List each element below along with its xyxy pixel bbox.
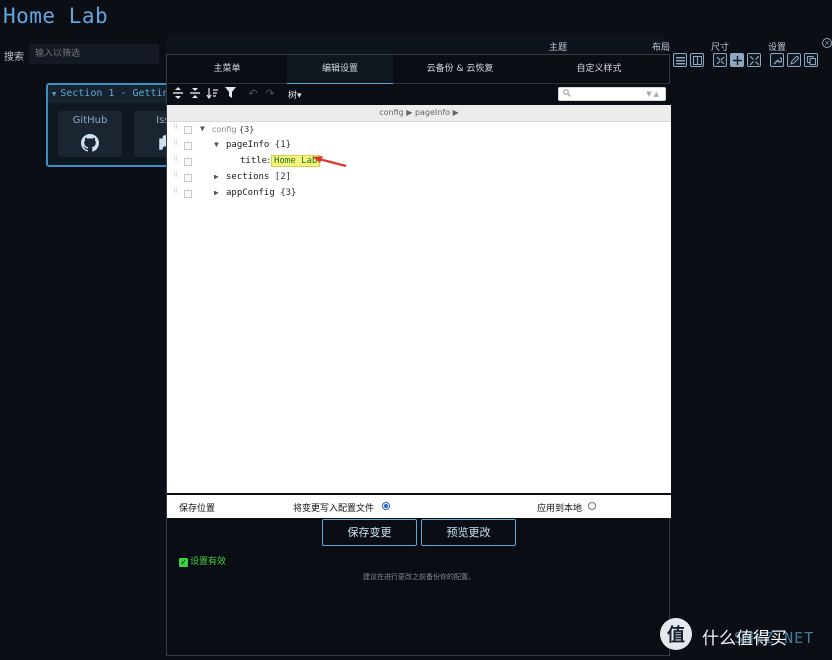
wrench-icon[interactable] (770, 53, 784, 67)
json-editor: ↶ ↷ 树▾ ▼▲ config ▶ pageInfo ▶ ⠿ ▼ config… (167, 84, 671, 493)
breadcrumb[interactable]: config ▶ pageInfo ▶ (167, 105, 671, 122)
tab-cloud-backup[interactable]: 云备份 & 云恢复 (393, 55, 527, 84)
context-menu-button[interactable] (184, 174, 192, 182)
shrink-icon[interactable] (713, 53, 727, 67)
radio-local[interactable] (588, 502, 596, 510)
radio-file[interactable] (382, 502, 390, 510)
search-input[interactable] (29, 44, 159, 64)
tab-custom-style[interactable]: 自定义样式 (527, 55, 671, 84)
redo-icon[interactable]: ↷ (263, 87, 277, 101)
save-location-label: 保存位置 (179, 504, 216, 514)
drag-handle-icon[interactable]: ⠿ (173, 188, 179, 199)
watermark-text: 什么值得买 (702, 629, 787, 649)
tree-key: pageInfo {1} (226, 140, 292, 150)
search-nav-arrows-icon[interactable]: ▼▲ (646, 88, 661, 100)
backup-hint: 建议在进行更改之前备份你的配置。 (363, 573, 475, 581)
watermark-logo-icon: 值 (660, 618, 692, 650)
list-icon[interactable] (673, 53, 687, 67)
tree-row-pageinfo[interactable]: ⠿ ▼ pageInfo {1} (167, 138, 671, 154)
close-icon[interactable]: × (822, 38, 832, 48)
config-valid-status: ✓ 设置有效 (179, 554, 227, 567)
tree-key: title (240, 156, 268, 166)
tree-row-appconfig[interactable]: ⠿ ▶ appConfig {3} (167, 186, 671, 202)
theme-label: 主题 (549, 43, 568, 53)
option-local-label[interactable]: 应用到本地 (537, 501, 582, 514)
collapse-icon[interactable]: ▶ (214, 188, 219, 197)
modal-tabs: 主菜单 编辑设置 云备份 & 云恢复 自定义样式 (167, 55, 671, 85)
tree-key: sections [2] (226, 172, 292, 182)
editor-menu-bar: ↶ ↷ 树▾ ▼▲ (167, 84, 671, 105)
collapse-icon[interactable]: ▶ (214, 172, 219, 181)
tree-key: config {3} (212, 125, 255, 134)
column-icon[interactable] (690, 53, 704, 67)
copy-icon[interactable] (804, 53, 818, 67)
context-menu-button[interactable] (184, 142, 192, 150)
github-icon (81, 134, 99, 152)
expand-all-icon[interactable] (171, 87, 185, 101)
context-menu-button[interactable] (184, 158, 192, 166)
section-card: ▼Section 1 - Getting GitHub Issu (46, 83, 174, 167)
tree-row-config[interactable]: ⠿ ▼ config {3} (167, 122, 671, 138)
item-label: GitHub (72, 115, 108, 126)
search-label: 搜索 (4, 52, 24, 63)
chevron-down-icon: ▾ (297, 91, 302, 101)
tab-edit-config[interactable]: 编辑设置 (287, 55, 393, 85)
drag-handle-icon[interactable]: ⠿ (173, 156, 179, 167)
config-modal: 主菜单 编辑设置 云备份 & 云恢复 自定义样式 ↶ ↷ 树▾ ▼▲ confi… (166, 54, 671, 656)
item-tile-github[interactable]: GitHub (58, 111, 122, 157)
tree-key: appConfig {3} (226, 188, 297, 198)
drag-handle-icon[interactable]: ⠿ (173, 140, 179, 151)
expand-icon[interactable] (747, 53, 761, 67)
drag-handle-icon[interactable]: ⠿ (173, 124, 179, 135)
context-menu-button[interactable] (184, 126, 192, 134)
app-title: Home Lab (3, 4, 109, 28)
undo-icon[interactable]: ↶ (246, 87, 260, 101)
editor-search-box[interactable]: ▼▲ (558, 87, 666, 101)
preview-button[interactable]: 预览更改 (421, 519, 516, 546)
check-icon: ✓ (179, 558, 188, 567)
filter-icon[interactable] (223, 87, 237, 101)
tab-main-menu[interactable]: 主菜单 (167, 55, 287, 84)
section-header[interactable]: ▼ Section 1 - Getting (48, 85, 172, 103)
pencil-icon[interactable] (787, 53, 801, 67)
save-button[interactable]: 保存变更 (322, 519, 417, 546)
valid-label: 设置有效 (190, 557, 227, 567)
tree-row-sections[interactable]: ⠿ ▶ sections [2] (167, 170, 671, 186)
medium-icon[interactable] (730, 53, 744, 67)
option-file-label[interactable]: 将变更写入配置文件 (293, 501, 374, 514)
layout-label: 布局 (652, 43, 671, 53)
mode-value: 树 (288, 91, 298, 101)
search-icon (563, 89, 571, 97)
mode-select[interactable]: 树▾ (288, 88, 302, 101)
size-label: 尺寸 (711, 43, 730, 53)
collapse-all-icon[interactable] (188, 87, 202, 101)
expand-icon[interactable]: ▼ (200, 124, 205, 133)
json-tree: ⠿ ▼ config {3} ⠿ ▼ pageInfo {1} ⠿ title … (167, 122, 671, 493)
collapse-caret-icon[interactable]: ▼ (52, 90, 56, 98)
tree-row-title[interactable]: ⠿ title : Home Lab (167, 154, 671, 170)
drag-handle-icon[interactable]: ⠿ (173, 172, 179, 183)
expand-icon[interactable]: ▼ (214, 140, 219, 149)
context-menu-button[interactable] (184, 190, 192, 198)
sort-icon[interactable] (205, 87, 219, 101)
annotation-arrow-icon (313, 156, 347, 168)
section-title: Section 1 - Getting (60, 88, 174, 99)
settings-label: 设置 (768, 43, 787, 53)
save-location-bar: 保存位置 将变更写入配置文件 应用到本地 (167, 493, 671, 518)
